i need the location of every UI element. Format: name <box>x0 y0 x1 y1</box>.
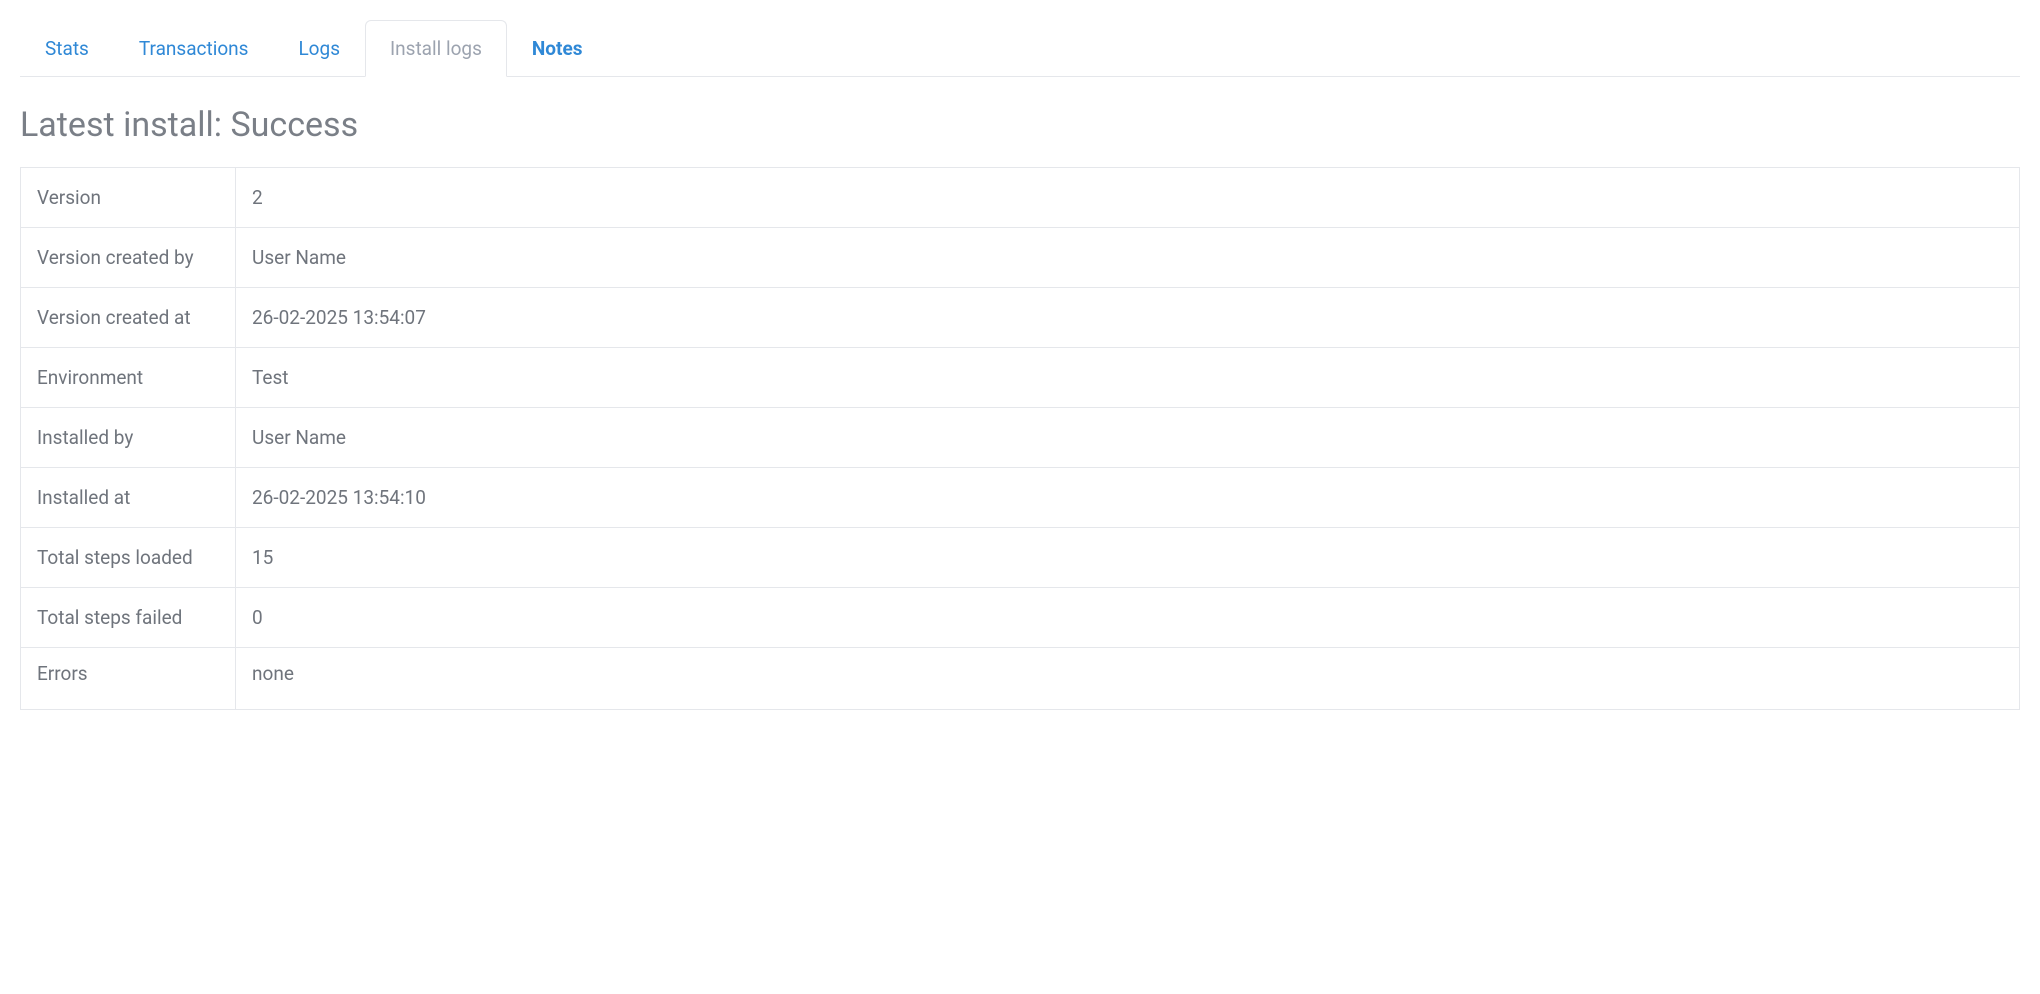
tab-bar: Stats Transactions Logs Install logs Not… <box>20 20 2020 77</box>
table-row: Total steps loaded 15 <box>21 528 2020 588</box>
errors-label: Errors <box>21 648 236 710</box>
tab-install-logs[interactable]: Install logs <box>365 20 507 77</box>
table-row: Errors none <box>21 648 2020 710</box>
version-created-by-label: Version created by <box>21 228 236 288</box>
table-row: Version created by User Name <box>21 228 2020 288</box>
errors-value: none <box>236 648 2020 710</box>
installed-at-value: 26-02-2025 13:54:10 <box>236 468 2020 528</box>
table-row: Version created at 26-02-2025 13:54:07 <box>21 288 2020 348</box>
version-created-at-value: 26-02-2025 13:54:07 <box>236 288 2020 348</box>
tab-stats[interactable]: Stats <box>20 20 114 76</box>
table-row: Environment Test <box>21 348 2020 408</box>
installed-by-label: Installed by <box>21 408 236 468</box>
table-row: Installed at 26-02-2025 13:54:10 <box>21 468 2020 528</box>
installed-by-value: User Name <box>236 408 2020 468</box>
installed-at-label: Installed at <box>21 468 236 528</box>
total-steps-loaded-value: 15 <box>236 528 2020 588</box>
tab-logs[interactable]: Logs <box>273 20 365 76</box>
table-row: Installed by User Name <box>21 408 2020 468</box>
table-row: Version 2 <box>21 168 2020 228</box>
environment-value: Test <box>236 348 2020 408</box>
total-steps-loaded-label: Total steps loaded <box>21 528 236 588</box>
tab-notes[interactable]: Notes <box>507 20 608 76</box>
version-created-by-value: User Name <box>236 228 2020 288</box>
total-steps-failed-value: 0 <box>236 588 2020 648</box>
install-details-table: Version 2 Version created by User Name V… <box>20 167 2020 710</box>
page-title: Latest install: Success <box>20 105 2020 145</box>
version-value: 2 <box>236 168 2020 228</box>
version-created-at-label: Version created at <box>21 288 236 348</box>
tab-transactions[interactable]: Transactions <box>114 20 274 76</box>
version-label: Version <box>21 168 236 228</box>
table-row: Total steps failed 0 <box>21 588 2020 648</box>
total-steps-failed-label: Total steps failed <box>21 588 236 648</box>
environment-label: Environment <box>21 348 236 408</box>
